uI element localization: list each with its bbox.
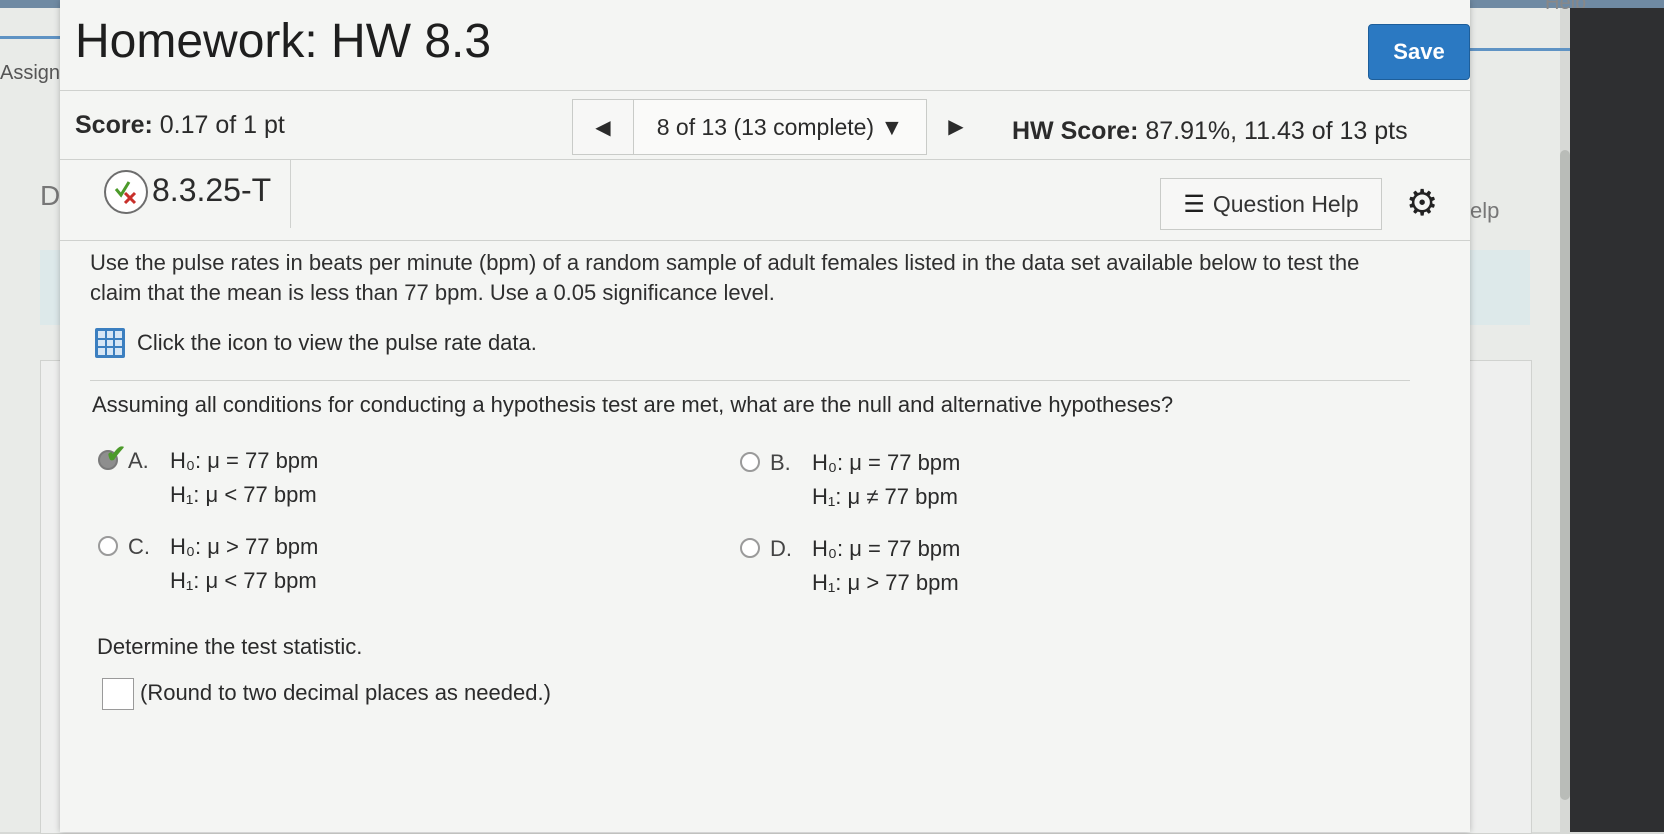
alternative-hypothesis: H₁: μ < 77 bpm [170,568,317,593]
question-help-button[interactable]: ☰ Question Help [1160,178,1382,230]
question-id-box: 8.3.25-T [100,160,291,228]
rounding-note: (Round to two decimal places as needed.) [140,680,551,705]
hw-score-value: 87.91%, 11.43 of 13 pts [1145,117,1408,145]
data-link[interactable]: Click the icon to view the pulse rate da… [95,328,537,358]
data-link-text: Click the icon to view the pulse rate da… [137,330,537,355]
homework-dialog: Homework: HW 8.3 Save Score: 0.17 of 1 p… [60,0,1470,832]
option-letter: D. [770,536,792,561]
alternative-hypothesis: H₁: μ < 77 bpm [170,482,317,507]
hw-score-label: HW Score: [1012,117,1139,145]
null-hypothesis: H₀: μ > 77 bpm [170,534,319,559]
question-help-label: Question Help [1212,190,1359,217]
arrow-left-icon: ◀ [595,116,611,139]
list-icon: ☰ [1183,190,1205,218]
option-letter: C. [128,534,150,559]
arrow-right-icon: ▶ [948,115,964,138]
option-d[interactable]: D. H₀: μ = 77 bpm H₁: μ > 77 bpm [740,532,1140,602]
partial-credit-icon [104,170,148,214]
test-statistic-input[interactable] [102,678,134,710]
radio-button[interactable] [740,538,760,558]
checkmark-icon: ✔ [106,441,127,468]
question-score: Score: 0.17 of 1 pt [75,111,285,140]
gear-icon[interactable]: ⚙ [1406,182,1438,224]
scrollbar[interactable] [1560,150,1570,800]
data-table-icon[interactable] [95,328,125,358]
previous-question-button[interactable]: ◀ [572,99,634,155]
question-id: 8.3.25-T [152,172,272,208]
save-button[interactable]: Save [1368,24,1470,80]
question-selector-dropdown[interactable]: 8 of 13 (13 complete) ▼ [633,99,927,155]
part1-prompt: Assuming all conditions for conducting a… [92,392,1174,417]
option-a[interactable]: ✔ A. H₀: μ = 77 bpm H₁: μ < 77 bpm [98,441,498,514]
radio-button[interactable] [740,452,760,472]
next-question-button[interactable]: ▶ [926,99,986,153]
option-c[interactable]: C. H₀: μ > 77 bpm H₁: μ < 77 bpm [98,530,498,600]
question-header: 8.3.25-T ☰ Question Help ⚙ [60,160,1470,241]
background-help-fragment: elp [1470,198,1500,223]
page-title: Homework: HW 8.3 [75,15,492,68]
radio-button[interactable] [98,536,118,556]
null-hypothesis: H₀: μ = 77 bpm [812,536,961,561]
background-assign-label: Assign [0,62,61,84]
option-b[interactable]: B. H₀: μ = 77 bpm H₁: μ ≠ 77 bpm [740,446,1140,516]
null-hypothesis: H₀: μ = 77 bpm [812,450,961,475]
screen-edge [1570,8,1664,832]
question-text: Use the pulse rates in beats per minute … [90,250,1360,305]
option-letter: B. [770,450,791,475]
score-bar: Score: 0.17 of 1 pt ◀ 8 of 13 (13 comple… [60,90,1470,160]
background-letter: D [40,180,61,211]
alternative-hypothesis: H₁: μ ≠ 77 bpm [812,484,958,509]
part2-prompt: Determine the test statistic. [97,634,363,659]
alternative-hypothesis: H₁: μ > 77 bpm [812,570,959,595]
option-letter: A. [128,448,149,473]
divider [90,380,1410,381]
score-label: Score: [75,111,153,139]
score-value: 0.17 of 1 pt [159,111,285,139]
null-hypothesis: H₀: μ = 77 bpm [170,448,319,473]
check-x-icon [114,181,137,205]
homework-score: HW Score: 87.91%, 11.43 of 13 pts [1012,117,1408,146]
